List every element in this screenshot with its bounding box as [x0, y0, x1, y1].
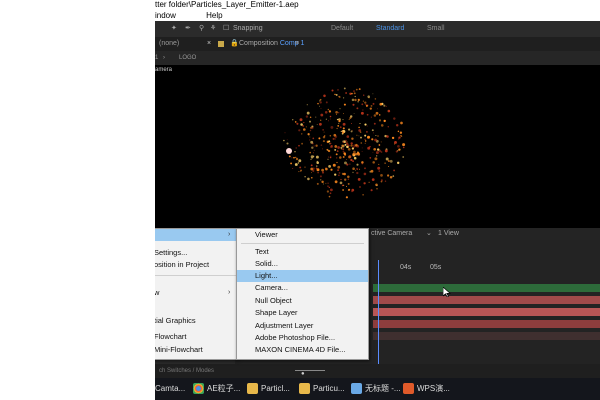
chrome-icon: [193, 383, 204, 395]
menu-window[interactable]: indow: [155, 11, 176, 20]
zoom-slider[interactable]: [295, 370, 325, 371]
submenu-camera[interactable]: Camera...: [237, 282, 368, 294]
after-effects-window: tter folder\Particles_Layer_Emitter-1.ae…: [155, 0, 600, 400]
composition-viewer[interactable]: amera: [155, 65, 600, 228]
chevron-down-icon[interactable]: ⌄: [426, 228, 432, 240]
submenu-null-object[interactable]: Null Object: [237, 295, 368, 307]
workspace-small[interactable]: Small: [427, 21, 445, 37]
close-icon[interactable]: ×: [207, 37, 211, 51]
wps-icon: [403, 383, 414, 395]
menu-item-comp-settings[interactable]: Settings...: [155, 247, 187, 259]
pin-icon[interactable]: ⚲: [199, 21, 204, 37]
ruler-tick-05s: 05s: [430, 264, 442, 271]
breadcrumb-logo[interactable]: LOGO: [179, 51, 196, 65]
track-bar[interactable]: [373, 332, 600, 340]
left-tab[interactable]: (none): [159, 37, 179, 51]
current-time-indicator[interactable]: [378, 260, 379, 372]
particle-render: [283, 87, 406, 199]
taskbar-item-browser[interactable]: AE粒子...: [193, 381, 240, 397]
menu-item-essential-graphics[interactable]: tial Graphics: [155, 315, 196, 327]
panel-header: (none) × 🔒 Composition Comp 1 ≡: [155, 37, 600, 51]
taskbar-item-folder-2[interactable]: Particu...: [299, 381, 345, 397]
menu-item-reveal-in-project[interactable]: osition in Project: [155, 259, 209, 271]
comp-tab-name: Comp 1: [279, 40, 305, 47]
submenu-cinema4d-file[interactable]: MAXON CINEMA 4D File...: [237, 344, 368, 356]
comp-icon: [218, 41, 224, 47]
panel-menu-icon[interactable]: ≡: [295, 37, 299, 51]
submenu-photoshop-file[interactable]: Adobe Photoshop File...: [237, 332, 368, 344]
taskbar-item-folder-1[interactable]: Particl...: [247, 381, 290, 397]
menu-item-flowchart[interactable]: Flowchart: [155, 331, 187, 343]
comp-breadcrumb: 1 › LOGO: [155, 51, 600, 65]
chevron-right-icon: ›: [228, 289, 231, 296]
menu-separator: [155, 275, 237, 276]
tools-toolbar: ✦ ✒ ⚲ ⚘ ☐ Snapping Default Standard Smal…: [155, 21, 600, 37]
track-bar[interactable]: [373, 320, 600, 328]
menu-bar: indow Help: [155, 10, 600, 21]
menu-separator: [241, 243, 364, 244]
submenu-viewer[interactable]: Viewer: [237, 229, 368, 241]
menu-item-preview[interactable]: w: [155, 287, 159, 299]
menu-item-new[interactable]: [155, 229, 237, 241]
submenu-text[interactable]: Text: [237, 246, 368, 258]
menu-item-mini-flowchart[interactable]: Mini-Flowchart: [155, 344, 203, 356]
taskbar-item-notepad[interactable]: 无标题 -...: [351, 381, 401, 397]
snapping-label: Snapping: [233, 25, 263, 32]
pen-icon[interactable]: ✒: [185, 21, 191, 37]
mouse-cursor-icon: [443, 287, 451, 297]
track-bar[interactable]: [373, 284, 600, 292]
workspace-default[interactable]: Default: [331, 21, 353, 37]
chevron-right-icon: ›: [228, 231, 231, 238]
submenu-shape-layer[interactable]: Shape Layer: [237, 307, 368, 319]
puppet-icon[interactable]: ⚘: [210, 21, 216, 37]
window-title: tter folder\Particles_Layer_Emitter-1.ae…: [155, 0, 600, 10]
breadcrumb-number[interactable]: 1: [155, 51, 158, 65]
track-bar[interactable]: [373, 296, 600, 304]
view-count-dropdown[interactable]: 1 View: [438, 228, 459, 240]
snapping-checkbox[interactable]: ☐: [223, 21, 229, 37]
folder-icon: [299, 383, 310, 395]
switches-modes-toggle[interactable]: ch Switches / Modes: [159, 364, 214, 378]
layer-context-menu: › Settings... osition in Project w › tia…: [155, 228, 238, 360]
notepad-icon: [351, 383, 362, 395]
submenu-solid[interactable]: Solid...: [237, 258, 368, 270]
menu-help[interactable]: Help: [206, 11, 222, 20]
active-camera-dropdown[interactable]: ctive Camera: [371, 228, 412, 240]
ruler-tick-04s: 04s: [400, 264, 412, 271]
folder-icon: [247, 383, 258, 395]
comp-tab-prefix: Composition: [239, 40, 278, 47]
chevron-right-icon: ›: [163, 55, 165, 61]
submenu-light[interactable]: Light...: [237, 270, 368, 282]
new-submenu: Viewer Text Solid... Light... Camera... …: [236, 228, 369, 360]
track-bar[interactable]: [373, 308, 600, 316]
taskbar-item-camtasia[interactable]: Camta...: [155, 381, 185, 397]
submenu-adjustment-layer[interactable]: Adjustment Layer: [237, 320, 368, 332]
timeline-status-bar: ch Switches / Modes ●: [155, 364, 600, 378]
lock-icon[interactable]: 🔒: [230, 37, 239, 51]
taskbar-item-wps[interactable]: WPS演...: [403, 381, 450, 397]
windows-taskbar: Camta... AE粒子... Particl... Particu... 无…: [155, 378, 600, 400]
workspace-standard[interactable]: Standard: [376, 21, 404, 37]
pan-behind-icon[interactable]: ✦: [171, 21, 177, 37]
